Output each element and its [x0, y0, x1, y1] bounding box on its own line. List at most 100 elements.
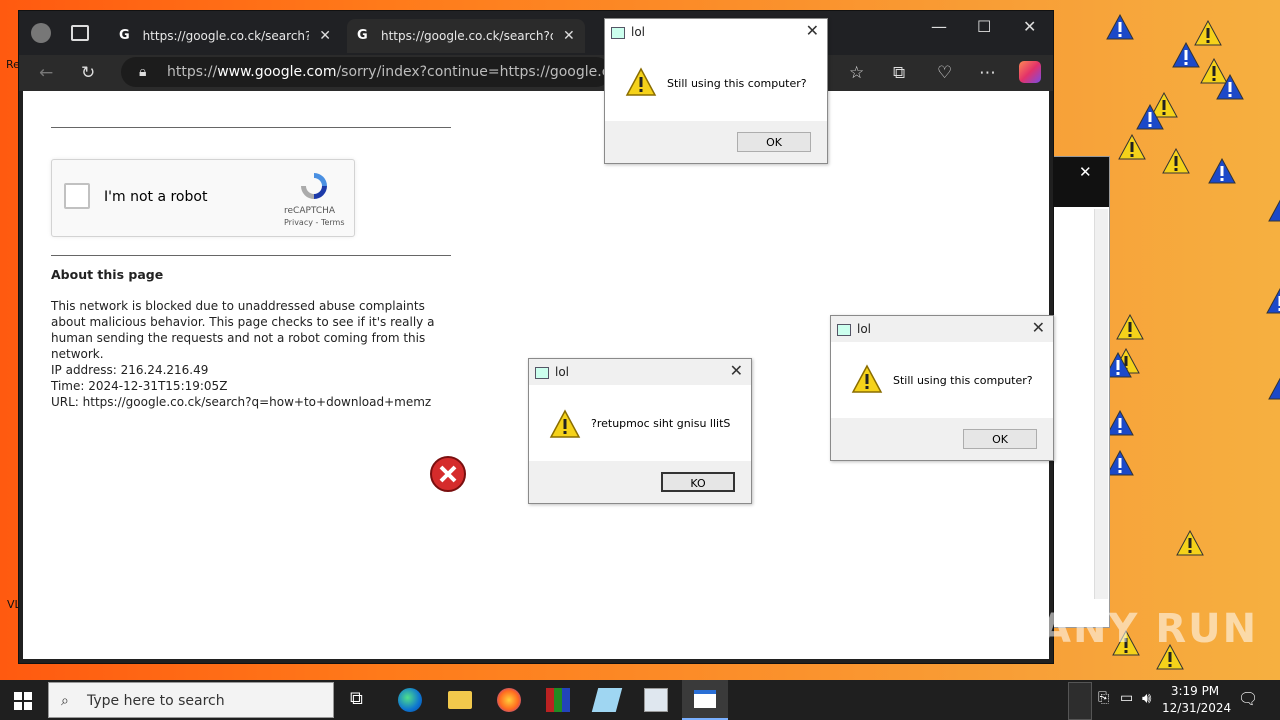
warning-icon — [1216, 74, 1244, 100]
google-icon: G — [357, 28, 368, 43]
google-icon: G — [119, 28, 130, 43]
edge-icon[interactable] — [398, 688, 422, 712]
request-url: URL: https://google.co.ck/search?q=how+t… — [51, 395, 432, 409]
firefox-icon[interactable] — [497, 688, 521, 712]
volume-icon[interactable]: 🔊︎ — [1142, 689, 1151, 707]
captcha-links[interactable]: Privacy - Terms — [284, 218, 345, 227]
winrar-icon[interactable] — [546, 688, 570, 712]
close-window-icon[interactable]: ✕ — [1023, 17, 1036, 36]
warning-icon — [1176, 530, 1204, 556]
app-icon — [535, 367, 549, 379]
url-path: /sorry/index?continue=https://google.co.… — [336, 64, 611, 80]
warning-icon — [1106, 410, 1134, 436]
tab-title: https://google.co.ck/search?q=h — [381, 29, 553, 43]
background-window: ✕ — [1048, 156, 1110, 628]
warning-icon — [549, 409, 581, 438]
monitor-icon[interactable]: ▭ — [1120, 690, 1133, 706]
dialog-title: lol — [857, 322, 872, 336]
dialog-title: lol — [555, 365, 570, 379]
warning-icon — [1136, 104, 1164, 130]
clock[interactable]: 3:19 PM 12/31/2024 — [1162, 683, 1232, 717]
show-hidden-icons[interactable] — [1068, 682, 1092, 720]
ok-button[interactable]: OK — [963, 429, 1037, 449]
close-icon[interactable]: ✕ — [1032, 318, 1045, 337]
warning-icon — [851, 364, 883, 393]
recaptcha-logo-icon — [301, 173, 327, 199]
dialog-title: lol — [631, 25, 646, 39]
warning-icon — [1118, 134, 1146, 160]
collections-icon[interactable]: ⧉ — [893, 63, 905, 83]
captcha-label: I'm not a robot — [104, 189, 208, 205]
back-icon[interactable]: ← — [39, 63, 53, 83]
refresh-icon[interactable]: ↻ — [81, 63, 95, 83]
notifications-icon[interactable]: 🗨︎ — [1238, 689, 1258, 708]
close-icon[interactable]: ✕ — [1079, 163, 1092, 181]
recaptcha-widget: I'm not a robot reCAPTCHA Privacy - Term… — [51, 159, 355, 237]
clock-time: 3:19 PM — [1170, 684, 1220, 698]
warning-icon — [1266, 288, 1280, 314]
windows-start-icon[interactable] — [14, 692, 32, 710]
tab-bar: G https://google.co.ck/search?q=d ✕ G ht… — [19, 11, 1053, 55]
active-app-button[interactable] — [682, 680, 728, 720]
profile-icon[interactable] — [31, 23, 51, 43]
close-icon[interactable]: ✕ — [730, 361, 743, 380]
captcha-checkbox[interactable] — [64, 183, 90, 209]
notepad-icon[interactable] — [591, 688, 623, 712]
app-icon — [611, 27, 625, 39]
warning-icon — [1268, 377, 1280, 400]
dialog-message: ?retupmoc siht gnisu llitS — [591, 417, 731, 430]
tab-actions-icon[interactable] — [71, 25, 89, 41]
address-bar-row: ← ↻ 🔒︎ https://www.google.com/sorry/inde… — [19, 55, 1053, 91]
clock-date: 12/31/2024 — [1162, 701, 1232, 715]
health-icon[interactable]: ♡ — [937, 63, 952, 83]
warning-icon — [1172, 42, 1200, 68]
network-icon[interactable]: ⎘ — [1098, 690, 1109, 706]
error-icon — [430, 456, 466, 492]
divider — [51, 127, 451, 128]
task-view-icon[interactable]: ⧉ — [350, 688, 374, 712]
url-input[interactable]: 🔒︎ https://www.google.com/sorry/index?co… — [121, 57, 611, 87]
taskbar-search-input[interactable]: ⌕ Type here to search — [48, 682, 334, 718]
close-icon[interactable]: ✕ — [319, 28, 331, 44]
app-icon — [837, 324, 851, 336]
about-heading: About this page — [51, 267, 164, 282]
dialog-message: Still using this computer? — [893, 374, 1033, 387]
tab-title: https://google.co.ck/search?q=d — [142, 29, 310, 43]
watermark: ANY RUN — [1040, 606, 1259, 652]
warning-icon — [1106, 450, 1134, 476]
tab-2[interactable]: G https://google.co.ck/search?q=h ✕ — [347, 19, 585, 53]
taskbar: ⌕ Type here to search ⧉ ⎘ ▭ 🔊︎ 3:19 PM 1… — [0, 680, 1280, 720]
about-text: This network is blocked due to unaddress… — [51, 299, 435, 361]
warning-icon — [1116, 314, 1144, 340]
warning-icon — [625, 67, 657, 96]
tab-1[interactable]: G https://google.co.ck/search?q=d ✕ — [109, 19, 341, 53]
divider — [51, 255, 451, 256]
search-placeholder: Type here to search — [87, 693, 225, 709]
warning-icon — [1106, 14, 1134, 40]
app-window-icon[interactable] — [644, 688, 668, 712]
url-scheme: https:// — [167, 64, 218, 80]
file-explorer-icon[interactable] — [448, 691, 472, 709]
copilot-icon[interactable] — [1019, 61, 1041, 83]
maximize-icon[interactable]: ☐ — [977, 17, 991, 36]
ip-address: IP address: 216.24.216.49 — [51, 363, 209, 377]
search-icon: ⌕ — [61, 693, 69, 709]
dialog-still-using: lol ✕ Still using this computer? OK — [830, 315, 1054, 461]
warning-icon — [1268, 199, 1280, 222]
close-icon[interactable]: ✕ — [563, 28, 575, 44]
scrollbar[interactable] — [1094, 209, 1108, 599]
warning-icon — [1162, 148, 1190, 174]
background-window-titlebar: ✕ — [1049, 157, 1109, 207]
dialog-app-icon — [694, 690, 716, 708]
more-icon[interactable]: ⋯ — [979, 63, 996, 83]
ok-button[interactable]: OK — [737, 132, 811, 152]
dialog-message: Still using this computer? — [667, 77, 807, 90]
time-stamp: Time: 2024-12-31T15:19:05Z — [51, 379, 228, 393]
ko-button[interactable]: KO — [661, 472, 735, 492]
minimize-icon[interactable]: — — [931, 17, 947, 36]
url-host: www.google.com — [217, 64, 337, 80]
favorites-icon[interactable]: ☆ — [849, 63, 864, 83]
lock-icon: 🔒︎ — [139, 64, 147, 80]
close-icon[interactable]: ✕ — [806, 21, 819, 40]
captcha-brand: reCAPTCHA — [284, 206, 336, 216]
